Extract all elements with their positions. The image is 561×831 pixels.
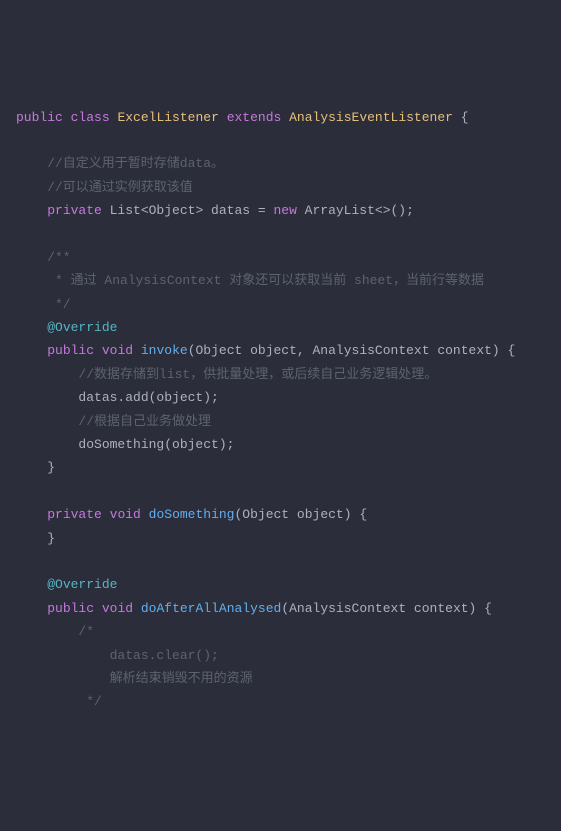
- indent: [16, 601, 47, 616]
- block-comment-start: /*: [16, 624, 94, 639]
- method-name: doSomething: [149, 507, 235, 522]
- code-line: private void doSomething(Object object) …: [16, 507, 367, 522]
- keyword-private: private: [47, 507, 102, 522]
- type: List<Object>: [102, 203, 211, 218]
- block-comment-end: */: [16, 694, 102, 709]
- keyword-extends: extends: [227, 110, 282, 125]
- code-line: public void invoke(Object object, Analys…: [16, 343, 515, 358]
- code-line: public void doAfterAllAnalysed(AnalysisC…: [16, 601, 492, 616]
- method-name: invoke: [141, 343, 188, 358]
- javadoc-line: * 通过 AnalysisContext 对象还可以获取当前 sheet，当前行…: [16, 273, 484, 288]
- keyword-public: public: [47, 601, 94, 616]
- space: [94, 343, 102, 358]
- keyword-new: new: [273, 203, 296, 218]
- keyword-class: class: [71, 110, 110, 125]
- code-line: @Override: [16, 320, 117, 335]
- keyword-void: void: [102, 343, 133, 358]
- keyword-void: void: [102, 601, 133, 616]
- constructor: ArrayList<>();: [297, 203, 414, 218]
- space: [94, 601, 102, 616]
- brace-close: }: [16, 531, 55, 546]
- code-block: public class ExcelListener extends Analy…: [16, 106, 545, 714]
- params: (AnalysisContext context) {: [281, 601, 492, 616]
- block-comment-line: datas.clear();: [16, 648, 219, 663]
- params: (Object object, AnalysisContext context)…: [188, 343, 516, 358]
- params: (Object object) {: [235, 507, 368, 522]
- annotation: @Override: [47, 577, 117, 592]
- comment-line: //根据自己业务做处理: [16, 414, 211, 429]
- brace-close: }: [16, 460, 55, 475]
- class-name: AnalysisEventListener: [289, 110, 453, 125]
- method-name: doAfterAllAnalysed: [141, 601, 281, 616]
- indent: [16, 507, 47, 522]
- indent: [16, 343, 47, 358]
- space: [102, 507, 110, 522]
- keyword-public: public: [16, 110, 63, 125]
- javadoc-end: */: [16, 297, 71, 312]
- block-comment-line: 解析结束销毁不用的资源: [16, 671, 253, 686]
- code-line: datas.add(object);: [16, 390, 219, 405]
- indent: [16, 577, 47, 592]
- keyword-public: public: [47, 343, 94, 358]
- keyword-private: private: [47, 203, 102, 218]
- variable: datas: [211, 203, 250, 218]
- equals: =: [250, 203, 273, 218]
- indent: [16, 203, 47, 218]
- comment-line: //可以通过实例获取该值: [16, 180, 193, 195]
- indent: [16, 320, 47, 335]
- space: [141, 507, 149, 522]
- brace: {: [453, 110, 469, 125]
- javadoc-start: /**: [16, 250, 71, 265]
- code-line: private List<Object> datas = new ArrayLi…: [16, 203, 414, 218]
- space: [133, 601, 141, 616]
- code-line: @Override: [16, 577, 117, 592]
- code-line: doSomething(object);: [16, 437, 234, 452]
- annotation: @Override: [47, 320, 117, 335]
- space: [133, 343, 141, 358]
- comment-line: //自定义用于暂时存储data。: [16, 156, 224, 171]
- keyword-void: void: [110, 507, 141, 522]
- class-name: ExcelListener: [117, 110, 218, 125]
- comment-line: //数据存储到list，供批量处理，或后续自己业务逻辑处理。: [16, 367, 437, 382]
- code-line: public class ExcelListener extends Analy…: [16, 110, 469, 125]
